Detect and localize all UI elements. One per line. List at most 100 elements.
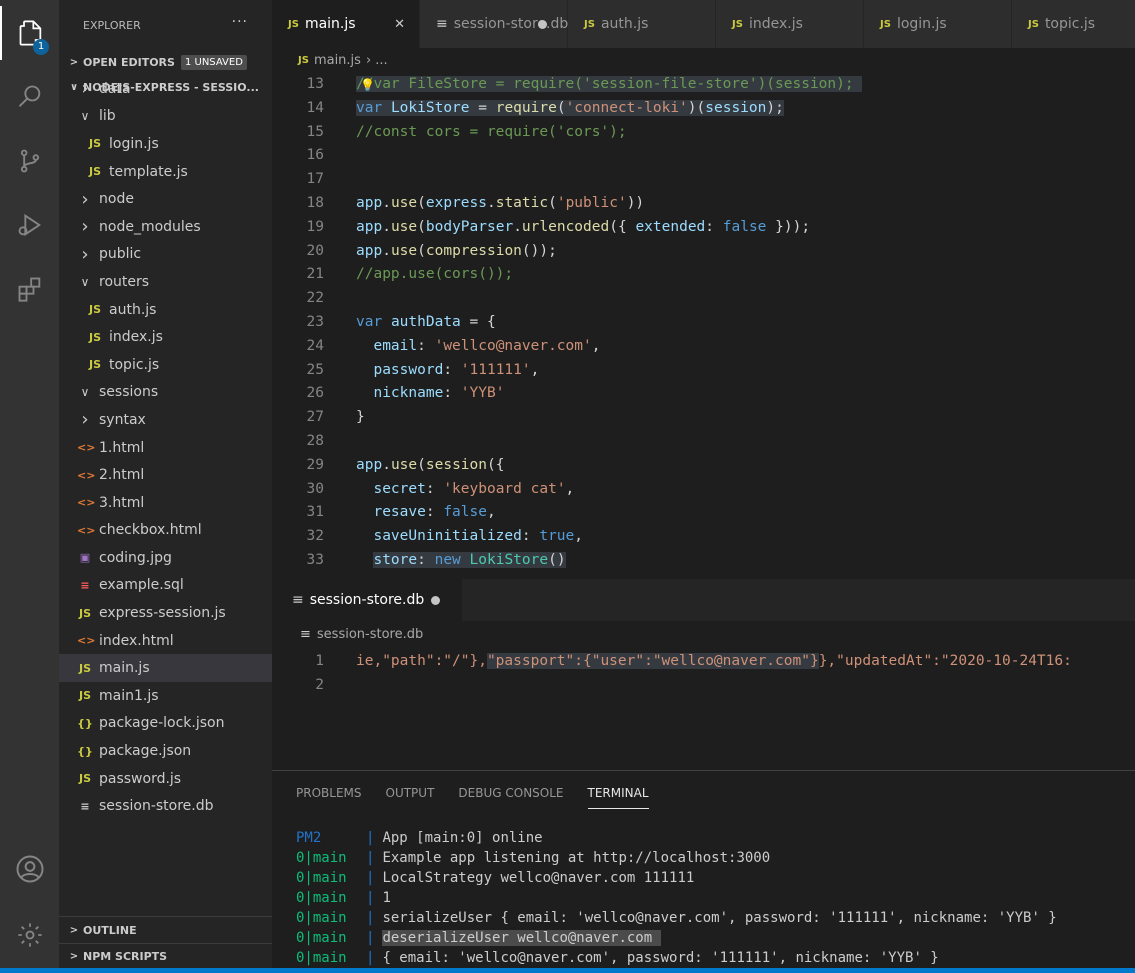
tree-item[interactable]: › data: [59, 75, 272, 103]
tree-item[interactable]: ▣ coding.jpg: [59, 544, 272, 572]
code-line: 23 var authData = {: [272, 311, 1135, 335]
terminal-text: Example app listening at http://localhos…: [382, 850, 771, 866]
panel-tab-problems[interactable]: PROBLEMS: [296, 781, 362, 809]
tree-item[interactable]: ∨ routers: [59, 268, 272, 296]
lightbulb-icon[interactable]: 💡: [360, 74, 375, 98]
tree-item[interactable]: JS topic.js: [59, 351, 272, 379]
code-line: 24 email: 'wellco@naver.com',: [272, 335, 1135, 359]
line-number: 28: [306, 433, 324, 449]
tree-item[interactable]: <> 3.html: [59, 489, 272, 517]
terminal-separator: |: [366, 850, 375, 866]
chevron-right-icon: ›: [81, 243, 89, 265]
terminal-output[interactable]: PM2 | App [main:0] online 0|main | Example ap…: [296, 828, 1135, 968]
code-text: resave: false,: [373, 504, 496, 521]
tab-label: auth.js: [600, 16, 649, 32]
breadcrumb-file[interactable]: session-store.db: [317, 627, 423, 642]
tree-item[interactable]: <> 1.html: [59, 434, 272, 462]
tree-item[interactable]: JS template.js: [59, 158, 272, 186]
tree-item[interactable]: › public: [59, 241, 272, 269]
file-tree: › data ∨ lib JS login.js JS template.js › node › no…: [59, 75, 272, 820]
breadcrumb-tail[interactable]: › ...: [366, 53, 388, 68]
outline-label: OUTLINE: [83, 923, 137, 937]
tree-item-label: express-session.js: [99, 605, 226, 622]
terminal-prefix: 0|main: [296, 950, 347, 966]
tree-item[interactable]: JS index.js: [59, 323, 272, 351]
tree-item[interactable]: ≡ session-store.db: [59, 792, 272, 820]
tree-item-label: auth.js: [109, 301, 157, 318]
tab-auth-js[interactable]: JS auth.js: [568, 0, 716, 48]
unsaved-dot-icon[interactable]: [431, 595, 440, 605]
terminal-line: 0|main | LocalStrategy wellco@naver.com 11…: [296, 868, 1135, 888]
line-number: 19: [306, 218, 324, 235]
tree-item[interactable]: › node: [59, 185, 272, 213]
more-actions-icon[interactable]: ···: [232, 14, 248, 30]
tab-main-js[interactable]: JS main.js ✕: [272, 0, 420, 48]
tab-login-js[interactable]: JS login.js: [864, 0, 1012, 48]
code-text: secret: 'keyboard cat',: [373, 480, 575, 497]
code-editor[interactable]: 13 //var FileStore = require('session-fil…: [272, 72, 1135, 578]
run-debug-activity-button[interactable]: [0, 198, 59, 252]
code-line: 28: [272, 430, 1135, 454]
open-editors-section[interactable]: > OPEN EDITORS 1 UNSAVED: [59, 50, 272, 75]
tree-item[interactable]: ∨ lib: [59, 103, 272, 131]
line-number: 26: [306, 385, 324, 402]
breadcrumb: JS main.js › ...: [272, 48, 1135, 72]
tree-item[interactable]: <> 2.html: [59, 461, 272, 489]
tree-item[interactable]: ≡ example.sql: [59, 572, 272, 600]
text-file-icon: ≡: [436, 16, 448, 32]
tree-item-label: index.html: [99, 632, 174, 649]
code-line: 14 var LokiStore = require('connect-loki'…: [272, 97, 1135, 121]
breadcrumb-file[interactable]: main.js: [314, 53, 361, 68]
js-file-icon: JS: [88, 330, 101, 344]
tab-topic-js[interactable]: JS topic.js: [1012, 0, 1135, 48]
tree-item-label: syntax: [99, 411, 146, 428]
tree-item-label: topic.js: [109, 356, 160, 373]
explorer-activity-button[interactable]: 1: [0, 6, 59, 60]
panel-tab-output[interactable]: OUTPUT: [386, 781, 435, 809]
npm-scripts-label: NPM SCRIPTS: [83, 950, 168, 963]
tree-item[interactable]: › node_modules: [59, 213, 272, 241]
extensions-activity-button[interactable]: [0, 262, 59, 316]
tab-session-store-db[interactable]: ≡ session-store.db: [420, 0, 568, 48]
terminal-text: LocalStrategy wellco@naver.com 111111: [382, 870, 695, 886]
tree-item[interactable]: {} package.json: [59, 737, 272, 765]
tree-item[interactable]: › syntax: [59, 406, 272, 434]
tree-item[interactable]: ∨ sessions: [59, 379, 272, 407]
line-number: 32: [306, 528, 324, 545]
image-file-icon: ▣: [79, 551, 91, 565]
code-line: 1 ie,"path":"/"},"passport":{"user":"well…: [272, 649, 1135, 673]
tree-item-label: lib: [99, 108, 116, 125]
tree-item[interactable]: JS login.js: [59, 130, 272, 158]
npm-scripts-section[interactable]: > NPM SCRIPTS: [59, 943, 272, 968]
terminal-text: { email: 'wellco@naver.com', password: '…: [382, 950, 939, 966]
terminal-line: PM2 | App [main:0] online: [296, 828, 1135, 848]
line-number: 21: [306, 266, 324, 283]
chevron-right-icon: >: [69, 924, 79, 936]
tree-item[interactable]: JS express-session.js: [59, 599, 272, 627]
search-activity-button[interactable]: [0, 70, 59, 124]
tree-item[interactable]: JS password.js: [59, 765, 272, 793]
tab-session-store-db[interactable]: ≡ session-store.db: [272, 579, 462, 621]
tree-item-label: main1.js: [99, 687, 159, 704]
panel-tab-terminal[interactable]: TERMINAL: [587, 781, 649, 809]
tree-item[interactable]: JS main1.js: [59, 682, 272, 710]
tree-item-label: public: [99, 246, 142, 263]
line-number: 30: [306, 480, 324, 497]
accounts-activity-button[interactable]: [0, 842, 59, 896]
tree-item[interactable]: JS main.js: [59, 654, 272, 683]
outline-section[interactable]: > OUTLINE: [59, 917, 272, 943]
manage-activity-button[interactable]: [0, 908, 59, 962]
source-control-activity-button[interactable]: [0, 134, 59, 188]
tree-item[interactable]: <> index.html: [59, 627, 272, 655]
code-line: 22: [272, 287, 1135, 311]
unsaved-dot-icon[interactable]: [538, 19, 547, 29]
code-editor-2[interactable]: 1 ie,"path":"/"},"passport":{"user":"well…: [272, 647, 1135, 770]
tree-item[interactable]: {} package-lock.json: [59, 710, 272, 738]
line-number: 2: [315, 677, 324, 693]
panel-tab-debug-console[interactable]: DEBUG CONSOLE: [458, 781, 563, 809]
tab-index-js[interactable]: JS index.js: [716, 0, 864, 48]
close-icon[interactable]: ✕: [394, 17, 405, 32]
explorer-title-text: EXPLORER: [83, 18, 141, 32]
tree-item[interactable]: JS auth.js: [59, 296, 272, 324]
tree-item[interactable]: <> checkbox.html: [59, 517, 272, 545]
